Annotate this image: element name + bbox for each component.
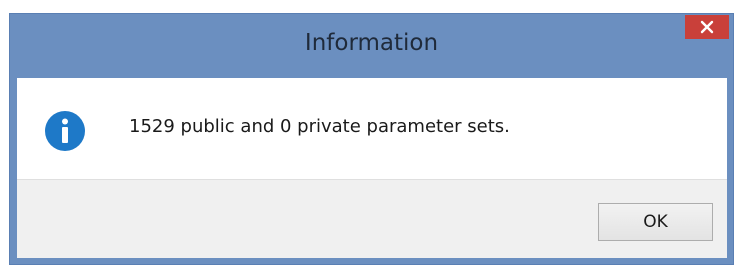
dialog-window: Information 1529 public and 0 private pa…: [9, 13, 734, 265]
dialog-content: 1529 public and 0 private parameter sets…: [17, 78, 727, 258]
message-area: 1529 public and 0 private parameter sets…: [17, 78, 727, 180]
message-text: 1529 public and 0 private parameter sets…: [129, 116, 510, 137]
title-bar[interactable]: Information: [10, 14, 733, 78]
dialog-title: Information: [304, 30, 439, 56]
ok-button[interactable]: OK: [598, 203, 713, 241]
close-icon: [700, 20, 714, 34]
close-button[interactable]: [685, 15, 729, 39]
info-icon: [45, 111, 85, 151]
